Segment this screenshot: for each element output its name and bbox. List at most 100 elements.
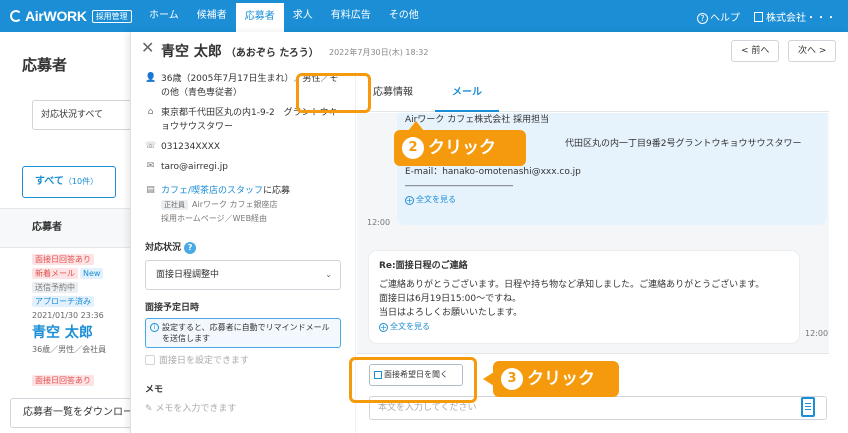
profile-email-row: ✉ taro@airregi.jp: [145, 160, 345, 174]
plus-icon: +: [379, 322, 388, 332]
list-item[interactable]: 面接日回答あり 新着メール New 送信予約中 アプローチ済み 2021/01/3…: [32, 254, 132, 355]
job-suffix: に応募: [263, 186, 291, 196]
tab-all-count: （10件）: [63, 177, 99, 186]
company-menu[interactable]: 株式会社・・・: [754, 9, 836, 24]
column-header: 応募者: [0, 208, 130, 248]
download-list-button[interactable]: 応募者一覧をダウンロード: [10, 398, 132, 428]
msg1-email: E-mail：hanako-omotenashi@xxx.co.jp: [405, 167, 581, 177]
interview-notice: i 設定すると、応募者に自動でリマインドメールを送信します: [145, 318, 341, 348]
building-icon: [754, 11, 763, 22]
employment-badge: 正社員: [161, 200, 188, 210]
status-label: 対応状況: [145, 243, 182, 253]
detail-kana: （あおぞら たろう）: [225, 48, 319, 59]
step2-text: クリック: [428, 138, 496, 158]
plus-icon: +: [405, 195, 414, 205]
msg1-time: 12:00: [367, 218, 391, 227]
logo-icon: [10, 10, 22, 22]
msg1-more-label: 全文を見る: [416, 195, 456, 204]
step3-callout: 3 クリック: [483, 361, 619, 397]
logo-text: AirWORK: [25, 8, 87, 24]
main-nav: ホーム 候補者 応募者 求人 有料広告 その他: [140, 0, 428, 32]
tab-all-label: すべて: [35, 176, 64, 187]
msg2-show-full-link[interactable]: + 全文を見る: [379, 320, 789, 334]
chevron-down-icon: ⌄: [325, 270, 332, 279]
job-store-row: 正社員 Airワーク カフェ銀座店: [161, 198, 345, 212]
msg2-time: 12:00: [805, 329, 829, 338]
msg2-line3: 当日はよろしくお願いいたします。: [379, 308, 523, 318]
detail-header: 青空 太郎 （あおぞら たろう）: [161, 41, 319, 61]
info-icon: i: [150, 323, 159, 332]
mail-icon: ✉: [146, 161, 155, 171]
memo-input[interactable]: ✎ メモを入力できます: [145, 401, 236, 414]
job-source: 採用ホームページ／WEB経由: [161, 214, 268, 223]
help-link[interactable]: ? ヘルプ: [697, 9, 740, 24]
phone-icon: ☏: [145, 141, 157, 151]
step3-number: 3: [501, 368, 523, 390]
nav-other[interactable]: その他: [380, 0, 428, 32]
status-badge: アプローチ済み: [32, 296, 94, 307]
job-store: Airワーク カフェ銀座店: [192, 200, 278, 209]
close-icon[interactable]: ✕: [141, 40, 154, 56]
interview-checkbox-label: 面接日を設定できます: [159, 356, 250, 366]
profile-phone-row: ☏ 031234XXXX: [145, 140, 345, 154]
msg2-title: Re:面接日程のご連絡: [379, 261, 468, 271]
airwork-logo[interactable]: AirWORK 採用管理: [10, 8, 132, 24]
top-right-menu: ? ヘルプ 株式会社・・・: [697, 0, 836, 32]
highlight-mail-tab: [296, 73, 371, 113]
list-item[interactable]: 面接日回答あり: [32, 375, 94, 389]
help-icon[interactable]: ?: [184, 242, 197, 254]
tab-mail[interactable]: メール: [435, 74, 499, 112]
status-label-row: 対応状況?: [145, 240, 197, 254]
nav-candidates[interactable]: 候補者: [188, 0, 236, 32]
next-button[interactable]: 次へ >: [788, 40, 837, 62]
msg1-show-full-link[interactable]: + 全文を見る: [405, 193, 819, 207]
memo-placeholder: メモを入力できます: [155, 404, 237, 414]
template-document-icon[interactable]: [801, 397, 815, 417]
profile-phone: 031234XXXX: [161, 142, 221, 152]
new-badge: New: [80, 268, 104, 279]
interview-notice-text: 設定すると、応募者に自動でリマインドメールを送信します: [162, 323, 330, 343]
msg1-sender: Airワーク カフェ株式会社 採用担当: [405, 115, 550, 125]
highlight-template-button: [349, 357, 477, 403]
memo-label: メモ: [145, 385, 164, 395]
top-navigation-bar: AirWORK 採用管理 ホーム 候補者 応募者 求人 有料広告 その他 ? ヘル…: [0, 0, 848, 32]
help-icon: ?: [697, 12, 708, 24]
msg2-line2: 面接日は6月19日15:00〜ですね。: [379, 294, 522, 304]
status-badge: 面接日回答あり: [32, 254, 94, 265]
applied-datetime: 2022年7月30日(木) 18:32: [329, 48, 429, 57]
detail-name: 青空 太郎: [161, 44, 222, 60]
pencil-icon: ✎: [145, 404, 156, 414]
status-badge: 面接日回答あり: [32, 375, 94, 386]
status-select[interactable]: 面接日程調整中 ⌄: [145, 260, 341, 290]
applicant-name[interactable]: 青空 太郎: [32, 322, 132, 342]
interview-checkbox-row[interactable]: 面接日を設定できます: [145, 353, 249, 366]
prev-button[interactable]: < 前へ: [731, 40, 780, 62]
nav-home[interactable]: ホーム: [140, 0, 188, 32]
nav-applicants[interactable]: 応募者: [235, 0, 284, 32]
home-icon: ⌂: [147, 107, 154, 117]
applied-date: 2021/01/30 23:36: [32, 311, 104, 320]
status-badge: 新着メール: [32, 268, 78, 279]
job-link[interactable]: カフェ/喫茶店のスタッフ: [161, 186, 263, 196]
nav-paid-ads[interactable]: 有料広告: [322, 0, 380, 32]
logo-badge: 採用管理: [91, 9, 132, 23]
msg1-rule: ――――――――――――: [405, 181, 513, 191]
tab-application-info[interactable]: 応募情報: [373, 74, 413, 112]
tab-all[interactable]: すべて（10件）: [22, 166, 116, 198]
interview-checkbox[interactable]: [145, 354, 155, 365]
profile-email: taro@airregi.jp: [161, 162, 228, 172]
step2-number: 2: [402, 137, 424, 159]
applicant-list-panel: 応募者 対応状況すべて すべて（10件） 応募者 面接日回答あり 新着メール Ne…: [0, 32, 132, 433]
step2-callout: 2 クリック: [394, 121, 526, 166]
status-value: 面接日程調整中: [156, 270, 220, 280]
msg2-line1: ご連絡ありがとうございます。日程や持ち物など承知しました。ご連絡ありがとうござい…: [379, 280, 765, 290]
status-badge: 送信予約中: [32, 282, 78, 293]
page-title: 応募者: [22, 56, 68, 74]
status-filter-select[interactable]: 対応状況すべて: [32, 100, 132, 130]
nav-jobs[interactable]: 求人: [284, 0, 322, 32]
person-icon: 👤: [145, 73, 157, 83]
detail-tabs: 応募情報 メール: [357, 74, 829, 112]
interview-label: 面接予定日時: [145, 303, 200, 313]
received-message: Re:面接日程のご連絡 ご連絡ありがとうございます。日程や持ち物など承知しました…: [369, 251, 799, 343]
msg2-more-label: 全文を見る: [390, 322, 430, 331]
